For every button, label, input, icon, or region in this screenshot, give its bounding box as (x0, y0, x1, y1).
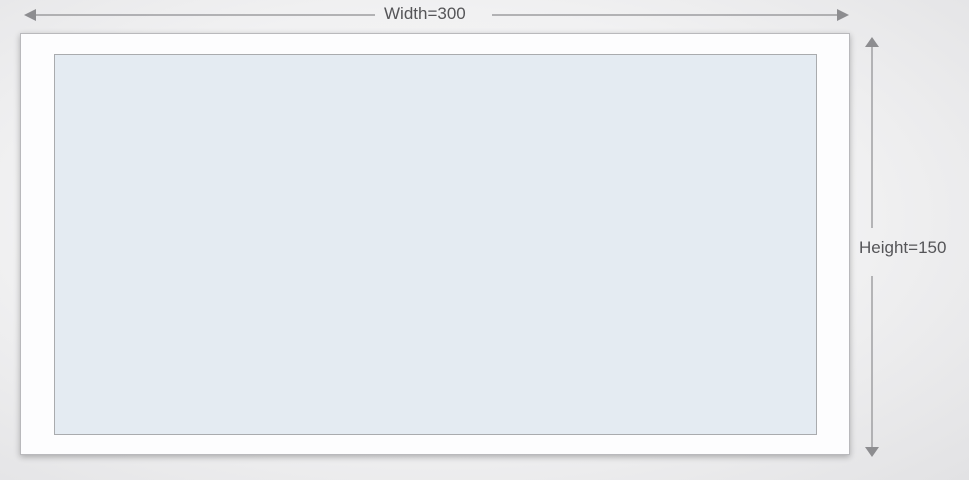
height-arrowhead-bottom (865, 447, 879, 457)
height-label: Height=150 (859, 238, 947, 257)
canvas-area (54, 54, 817, 435)
canvas-frame (20, 33, 850, 455)
width-arrowhead-right (837, 9, 849, 21)
width-arrowhead-left (24, 9, 36, 21)
height-arrowhead-top (865, 37, 879, 47)
width-label: Width=300 (384, 4, 466, 23)
